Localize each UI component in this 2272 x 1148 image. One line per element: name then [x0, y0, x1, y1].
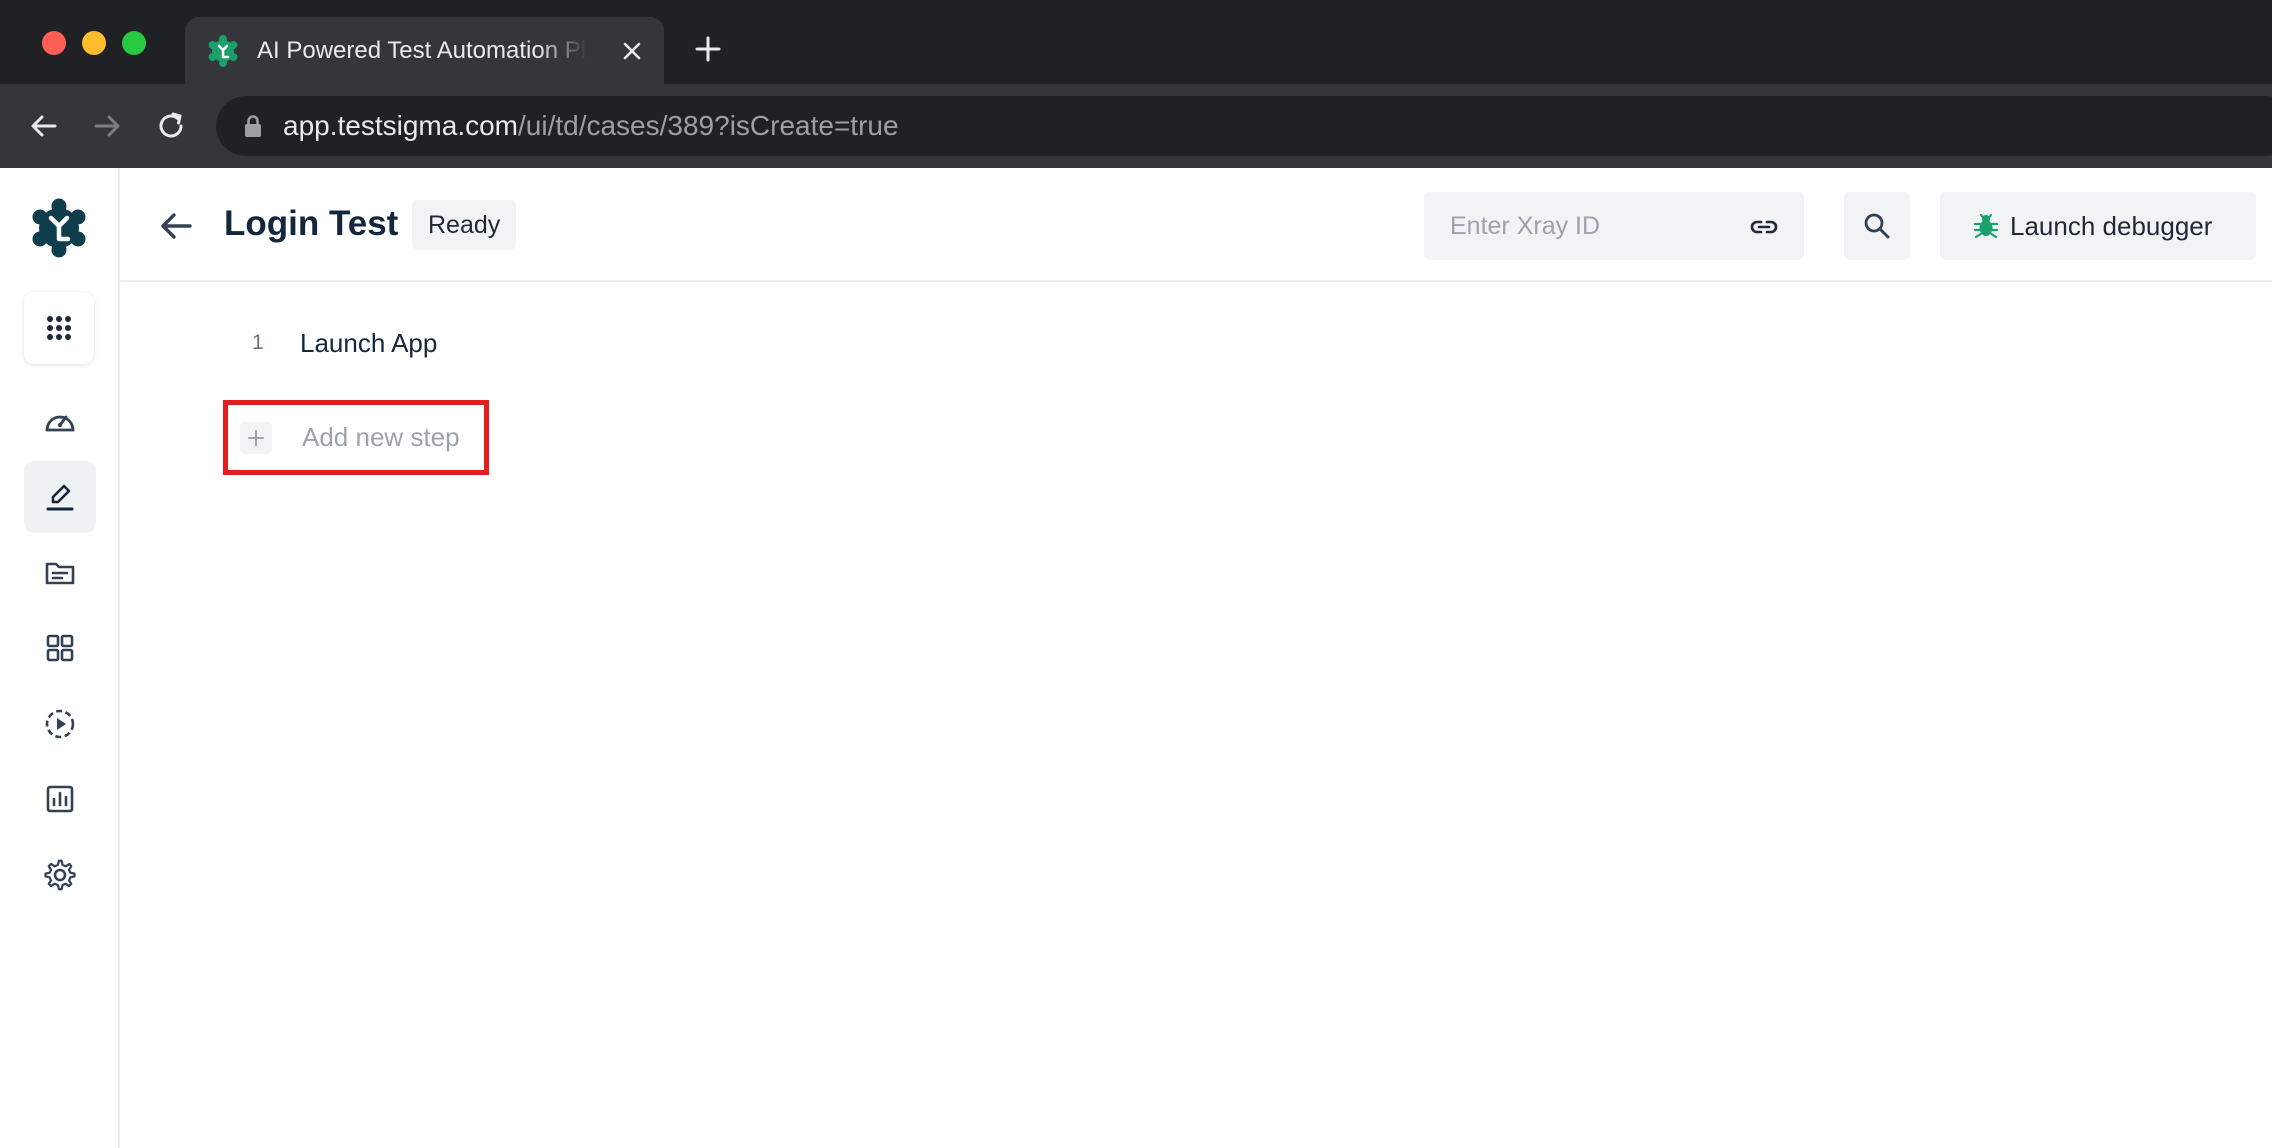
sidebar	[0, 168, 120, 1148]
testsigma-favicon-icon	[208, 35, 238, 67]
step-label: Launch App	[300, 328, 438, 358]
sidebar-item-create-tests[interactable]	[24, 461, 96, 533]
browser-toolbar: app.testsigma.com/ui/td/cases/389?isCrea…	[0, 84, 2272, 168]
bug-icon	[1973, 213, 1999, 239]
browser-forward-icon[interactable]	[89, 108, 125, 144]
sidebar-item-reports[interactable]	[24, 763, 96, 835]
address-bar[interactable]: app.testsigma.com/ui/td/cases/389?isCrea…	[216, 96, 2272, 156]
test-steps-list: 1 Launch App Add new step	[120, 282, 2272, 1148]
window-zoom-button[interactable]	[122, 31, 146, 55]
app-root: Login Test Ready Launch debugger 1	[0, 168, 2272, 1148]
new-tab-plus-icon[interactable]	[692, 33, 724, 65]
back-arrow-icon[interactable]	[156, 206, 196, 246]
search-icon	[1864, 213, 1890, 239]
reports-chart-icon	[46, 785, 74, 813]
grid-icon	[46, 634, 74, 662]
add-new-step-label: Add new step	[302, 422, 460, 452]
launch-debugger-label: Launch debugger	[2010, 211, 2213, 241]
sidebar-item-runs[interactable]	[24, 688, 96, 760]
sidebar-item-test-cases[interactable]	[24, 537, 96, 609]
search-button[interactable]	[1844, 192, 1910, 260]
edit-pen-icon	[46, 484, 74, 511]
browser-tab[interactable]: AI Powered Test Automation Platform	[185, 17, 664, 84]
step-number: 1	[252, 331, 264, 354]
page-header: Login Test Ready Launch debugger	[120, 168, 2272, 282]
window-close-button[interactable]	[42, 31, 66, 55]
add-new-step-button[interactable]: Add new step	[223, 400, 489, 475]
lock-icon	[245, 115, 261, 137]
settings-gear-icon	[44, 859, 76, 891]
sidebar-item-dashboard[interactable]	[24, 386, 96, 458]
url-path: /ui/td/cases/389?isCreate=true	[518, 110, 899, 141]
launch-debugger-button[interactable]: Launch debugger	[1940, 192, 2256, 260]
run-play-icon	[45, 709, 75, 739]
link-icon[interactable]	[1749, 212, 1779, 242]
url-host: app.testsigma.com	[283, 110, 518, 141]
tab-title: AI Powered Test Automation Platform	[257, 37, 587, 64]
browser-reload-icon[interactable]	[153, 108, 189, 144]
dashboard-gauge-icon	[45, 415, 75, 432]
page-title: Login Test	[224, 204, 399, 243]
browser-back-icon[interactable]	[26, 108, 62, 144]
sidebar-item-settings[interactable]	[24, 839, 96, 911]
status-badge[interactable]: Ready	[412, 200, 517, 250]
apps-menu-button[interactable]	[24, 292, 94, 364]
sidebar-item-elements[interactable]	[24, 612, 96, 684]
apps-grid-icon	[47, 316, 71, 340]
xray-id-input[interactable]	[1424, 192, 1744, 260]
folder-icon	[45, 562, 75, 585]
browser-tab-strip: AI Powered Test Automation Platform	[0, 0, 2272, 84]
plus-icon	[240, 422, 272, 454]
window-minimize-button[interactable]	[82, 31, 106, 55]
testsigma-logo-icon[interactable]	[29, 198, 89, 258]
tab-close-icon[interactable]	[618, 37, 646, 65]
url-text: app.testsigma.com/ui/td/cases/389?isCrea…	[283, 96, 899, 156]
xray-id-field	[1424, 192, 1804, 260]
